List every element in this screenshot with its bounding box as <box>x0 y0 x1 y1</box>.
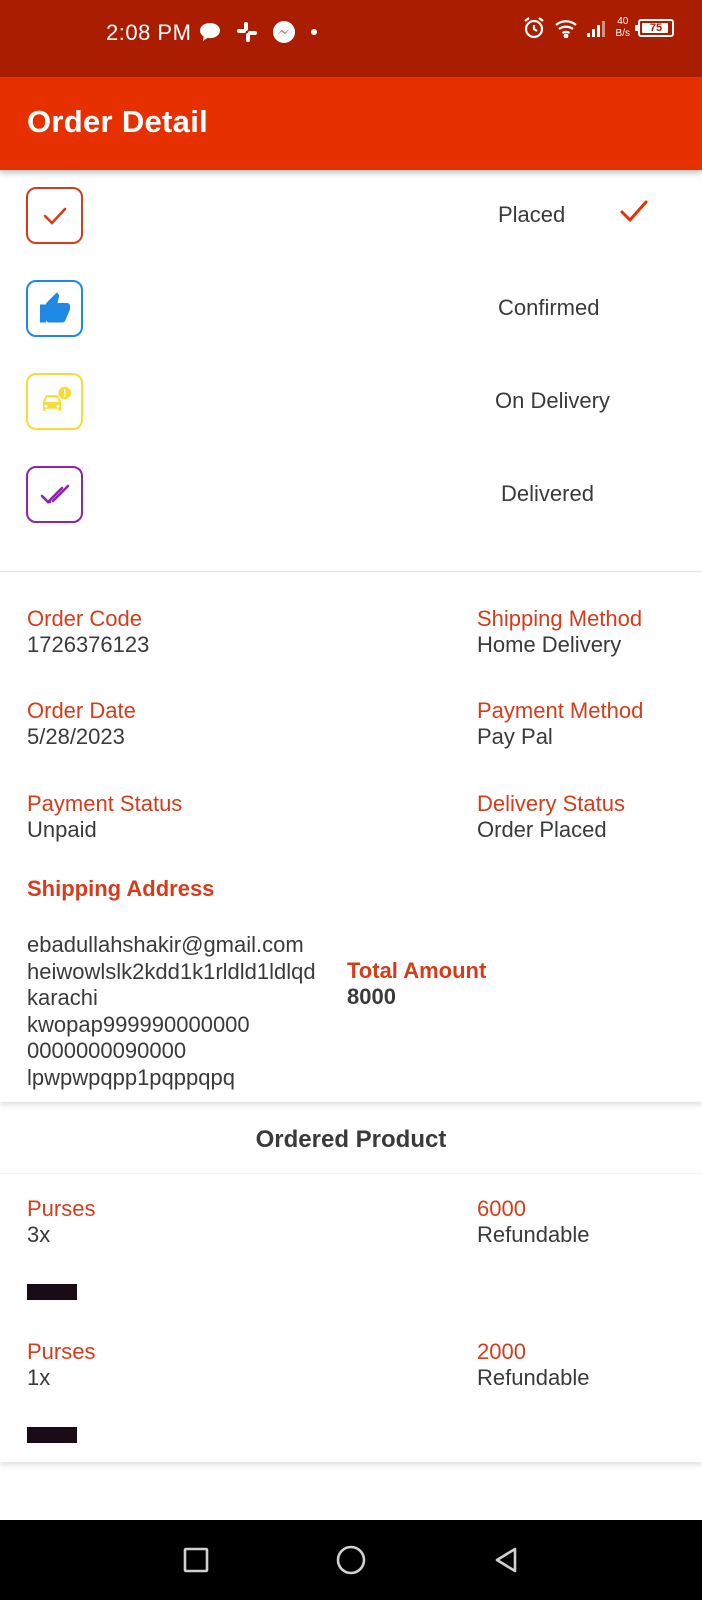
step-done-check-icon <box>620 200 648 223</box>
on-delivery-step-box <box>26 373 83 430</box>
product-refund-status: Refundable <box>477 1222 590 1247</box>
battery-icon: 75 <box>635 19 674 37</box>
total-amount-label: Total Amount <box>347 958 487 983</box>
product-thumbnail <box>27 1284 77 1300</box>
order-date-label: Order Date <box>27 698 136 723</box>
recent-apps-icon[interactable] <box>181 1545 211 1575</box>
timeline-step-on-delivery: On Delivery <box>0 373 702 433</box>
app-bar: Order Detail <box>0 77 702 170</box>
order-code: Order Code 1726376123 <box>27 606 149 658</box>
delivery-status: Delivery Status Order Placed <box>477 791 625 843</box>
status-time: 2:08 PM <box>106 20 192 45</box>
system-icons: 40 B/s 75 <box>522 16 674 40</box>
product-price-refund: 6000 Refundable <box>477 1196 590 1248</box>
step-label-delivered: Delivered <box>501 481 594 506</box>
step-label-placed: Placed <box>498 202 566 227</box>
back-icon[interactable] <box>491 1545 521 1575</box>
shipping-method: Shipping Method Home Delivery <box>477 606 642 658</box>
address-line: karachi <box>27 985 98 1010</box>
timeline-step-confirmed: Confirmed <box>0 280 702 340</box>
messenger-icon <box>273 21 295 43</box>
address-line: kwopap999990000000 <box>27 1011 250 1037</box>
delivery-status-label: Delivery Status <box>477 791 625 816</box>
status-bar: 2:08 PM 40 B/s 75 <box>0 0 702 77</box>
order-date: Order Date 5/28/2023 <box>27 698 136 750</box>
dot-icon <box>311 29 317 35</box>
order-status-timeline: Placed Confirmed On Delivery Delivered <box>0 170 702 572</box>
delivery-car-icon <box>42 386 71 411</box>
total-amount: Total Amount 8000 <box>347 958 486 1010</box>
system-nav-bar <box>0 1520 702 1600</box>
product-item[interactable]: Purses 1x 2000 Refundable <box>0 1339 702 1469</box>
payment-method: Payment Method Pay Pal <box>477 698 643 750</box>
timeline-step-delivered: Delivered <box>0 466 702 526</box>
step-label-on-delivery: On Delivery <box>495 388 610 413</box>
ordered-products-card: Ordered Product Purses 3x 6000 Refundabl… <box>0 1102 702 1462</box>
shipping-address: ebadullahshakir@gmail.com heiwowlslk2kdd… <box>27 932 316 1091</box>
signal-icon <box>586 21 605 37</box>
double-check-icon <box>40 484 69 504</box>
address-line: lpwpwpqpp1pqppqpq <box>27 1064 235 1090</box>
net-speed: 40 B/s <box>615 16 630 39</box>
payment-method-label: Payment Method <box>477 698 644 723</box>
order-details-card: Order Code 1726376123 Shipping Method Ho… <box>0 572 702 1102</box>
product-price-refund: 2000 Refundable <box>477 1339 590 1391</box>
payment-status-value: Unpaid <box>27 817 97 842</box>
home-icon[interactable] <box>334 1543 368 1577</box>
product-price: 2000 <box>477 1339 526 1364</box>
placed-step-box <box>26 187 83 244</box>
order-date-value: 5/28/2023 <box>27 724 125 749</box>
product-item[interactable]: Purses 3x 6000 Refundable <box>0 1196 702 1326</box>
shipping-method-value: Home Delivery <box>477 632 622 657</box>
address-line: 0000000090000 <box>27 1038 187 1063</box>
timeline-step-placed: Placed <box>0 187 702 247</box>
chat-bubble-icon <box>200 23 220 41</box>
order-code-label: Order Code <box>27 606 142 631</box>
wifi-icon <box>554 20 577 38</box>
product-qty: 1x <box>27 1365 51 1390</box>
delivery-status-value: Order Placed <box>477 817 607 842</box>
ordered-products-title: Ordered Product <box>0 1102 702 1174</box>
confirmed-step-box <box>26 280 83 337</box>
product-qty: 3x <box>27 1222 51 1247</box>
delivered-step-box <box>26 466 83 523</box>
product-name-qty: Purses 1x <box>27 1339 95 1391</box>
product-name-qty: Purses 3x <box>27 1196 95 1248</box>
slack-icon <box>237 22 257 42</box>
address-line: heiwowlslk2kdd1k1rldld1ldlqd <box>27 958 316 984</box>
notification-icons <box>198 20 318 44</box>
shipping-method-label: Shipping Method <box>477 606 643 631</box>
payment-status-label: Payment Status <box>27 791 183 816</box>
product-name: Purses <box>27 1196 96 1221</box>
order-code-value: 1726376123 <box>27 632 150 657</box>
battery-level: 75 <box>649 22 663 34</box>
alarm-icon <box>523 17 544 39</box>
check-icon <box>43 207 66 225</box>
thumbs-up-icon <box>39 292 70 322</box>
product-name: Purses <box>27 1339 96 1364</box>
payment-status: Payment Status Unpaid <box>27 791 182 843</box>
product-price: 6000 <box>477 1196 526 1221</box>
shipping-address-label: Shipping Address <box>27 876 215 901</box>
product-thumbnail <box>27 1427 77 1443</box>
address-line: ebadullahshakir@gmail.com <box>27 932 304 957</box>
product-refund-status: Refundable <box>477 1365 590 1390</box>
total-amount-value: 8000 <box>347 984 396 1009</box>
step-label-confirmed: Confirmed <box>498 295 600 320</box>
page-title: Order Detail <box>27 104 209 139</box>
payment-method-value: Pay Pal <box>477 724 553 749</box>
